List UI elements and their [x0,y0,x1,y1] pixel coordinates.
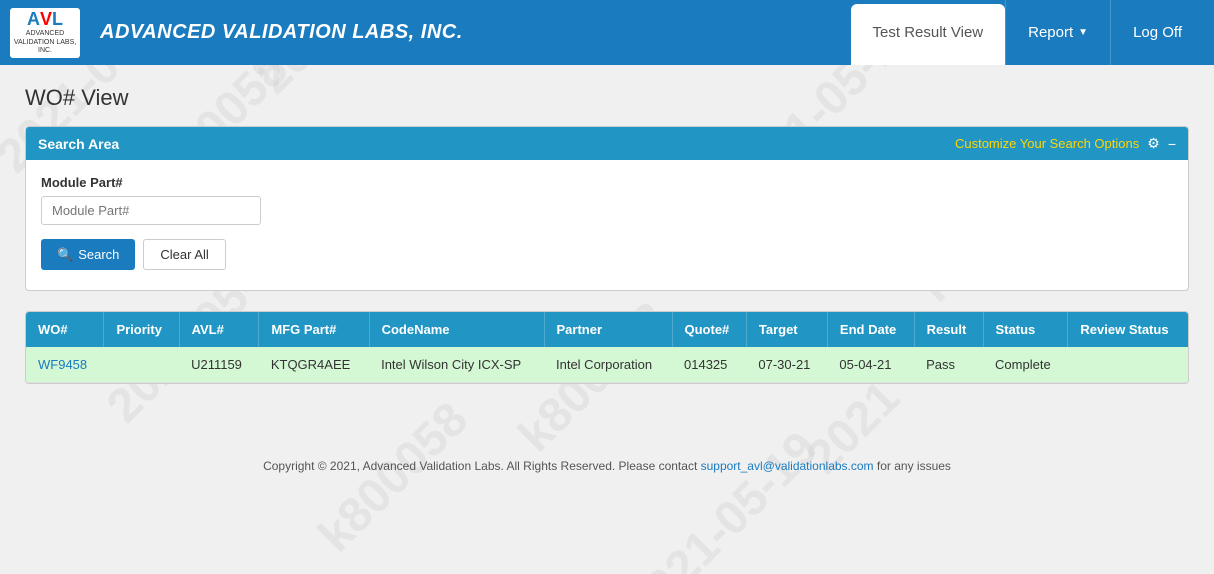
module-part-input[interactable] [41,196,261,225]
collapse-icon[interactable]: − [1168,136,1176,152]
footer-text-before: Copyright © 2021, Advanced Validation La… [263,459,701,473]
gear-icon[interactable]: ⚙ [1147,135,1160,152]
table-body: WF9458 U211159 KTQGR4AEE Intel Wilson Ci… [26,347,1188,383]
cell-partner: Intel Corporation [544,347,672,383]
cell-target: 07-30-21 [746,347,827,383]
header-nav: Test Result View Report ▼ Log Off [851,0,1204,65]
col-end-date: End Date [827,312,914,347]
col-quote: Quote# [672,312,746,347]
search-area: Search Area Customize Your Search Option… [25,126,1189,291]
clear-button[interactable]: Clear All [143,239,225,270]
cell-priority [104,347,179,383]
logo-box: A V L ADVANCEDVALIDATION LABS, INC. [10,8,80,58]
nav-test-result-view[interactable]: Test Result View [851,4,1006,65]
logo-avl: A V L [27,9,63,30]
logo-letter-v: V [40,9,52,30]
page-content: WO# View Search Area Customize Your Sear… [0,65,1214,404]
col-avl: AVL# [179,312,259,347]
cell-end-date: 05-04-21 [827,347,914,383]
footer-email-link[interactable]: support_avl@validationlabs.com [701,459,874,473]
col-result: Result [914,312,983,347]
wo-link[interactable]: WF9458 [38,357,87,372]
logo-small-text: ADVANCEDVALIDATION LABS, INC. [12,30,78,55]
cell-codename: Intel Wilson City ICX-SP [369,347,544,383]
cell-result: Pass [914,347,983,383]
col-codename: CodeName [369,312,544,347]
table-header: WO# Priority AVL# MFG Part# CodeName Par… [26,312,1188,347]
cell-review-status [1068,347,1188,383]
logo-letter-l: L [52,9,63,30]
search-area-controls: Customize Your Search Options ⚙ − [955,135,1176,152]
search-area-header: Search Area Customize Your Search Option… [26,127,1188,160]
col-review-status: Review Status [1068,312,1188,347]
col-priority: Priority [104,312,179,347]
cell-status: Complete [983,347,1068,383]
logo-area: A V L ADVANCEDVALIDATION LABS, INC. [10,8,80,58]
logo-letter-a: A [27,9,40,30]
cell-wo: WF9458 [26,347,104,383]
results-table: WO# Priority AVL# MFG Part# CodeName Par… [26,312,1188,383]
results-table-container: WO# Priority AVL# MFG Part# CodeName Par… [25,311,1189,384]
nav-report[interactable]: Report ▼ [1005,0,1110,65]
col-mfg-part: MFG Part# [259,312,369,347]
search-area-title: Search Area [38,136,119,152]
table-row: WF9458 U211159 KTQGR4AEE Intel Wilson Ci… [26,347,1188,383]
col-target: Target [746,312,827,347]
col-status: Status [983,312,1068,347]
search-buttons: 🔍 Search Clear All [41,239,1173,270]
table-header-row: WO# Priority AVL# MFG Part# CodeName Par… [26,312,1188,347]
cell-mfg-part: KTQGR4AEE [259,347,369,383]
cell-avl: U211159 [179,347,259,383]
page-title: WO# View [25,85,1189,111]
module-part-label: Module Part# [41,175,1173,190]
search-area-body: Module Part# 🔍 Search Clear All [26,160,1188,290]
search-icon: 🔍 [57,247,73,263]
customize-link[interactable]: Customize Your Search Options [955,136,1139,151]
footer-text-after: for any issues [874,459,951,473]
report-dropdown-arrow: ▼ [1078,27,1088,38]
col-partner: Partner [544,312,672,347]
header: A V L ADVANCEDVALIDATION LABS, INC. ADVA… [0,0,1214,65]
footer: Copyright © 2021, Advanced Validation La… [0,444,1214,488]
col-wo: WO# [26,312,104,347]
cell-quote: 014325 [672,347,746,383]
search-button[interactable]: 🔍 Search [41,239,135,270]
nav-log-off[interactable]: Log Off [1110,0,1204,65]
company-name: ADVANCED VALIDATION LABS, INC. [100,21,463,44]
